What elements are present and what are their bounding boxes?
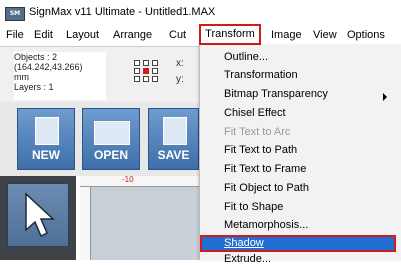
new-document-icon	[35, 117, 59, 145]
menu-item-transformation[interactable]: Transformation	[224, 66, 298, 84]
signmax-icon: SM	[5, 7, 25, 21]
new-button-label: NEW	[32, 148, 60, 162]
folder-icon	[94, 121, 130, 145]
menu-view[interactable]: View	[313, 24, 337, 46]
menu-item-fit-text-to-arc: Fit Text to Arc	[224, 126, 291, 138]
y-coord-label: y:	[176, 74, 184, 85]
menu-item-metamorphosis[interactable]: Metamorphosis...	[224, 216, 308, 234]
units-label: mm	[14, 72, 29, 82]
save-icon	[163, 117, 187, 145]
arrow-pointer-icon	[25, 192, 55, 238]
menu-edit[interactable]: Edit	[34, 24, 53, 46]
menu-item-fit-text-to-path[interactable]: Fit Text to Path	[224, 141, 297, 159]
menu-item-fit-to-shape[interactable]: Fit to Shape	[224, 198, 283, 216]
objects-count: Objects : 2	[14, 52, 58, 62]
save-button[interactable]: SAVE	[148, 108, 199, 170]
menu-item-chisel-effect[interactable]: Chisel Effect	[224, 104, 286, 122]
x-coord-label: x:	[176, 58, 184, 69]
open-button[interactable]: OPEN	[82, 108, 140, 170]
drawing-canvas[interactable]	[80, 187, 199, 260]
menu-arrange[interactable]: Arrange	[113, 24, 152, 46]
menu-transform-label: Transform	[205, 28, 255, 40]
horizontal-ruler	[80, 176, 199, 187]
menu-item-shadow-label: Shadow	[224, 237, 264, 249]
vertical-ruler	[80, 187, 91, 260]
object-info-panel: Objects : 2 (164.242,43.266) mm Layers :…	[14, 52, 106, 100]
menu-transform[interactable]: Transform	[199, 24, 261, 45]
menu-layout[interactable]: Layout	[66, 24, 99, 46]
title-bar: SM SignMax v11 Ultimate - Untitled1.MAX	[0, 0, 401, 24]
menu-options[interactable]: Options	[347, 24, 385, 46]
ruler-label: -10	[122, 175, 134, 184]
menu-item-bitmap-transparency[interactable]: Bitmap Transparency	[224, 85, 328, 103]
reference-point-selector[interactable]	[134, 60, 164, 82]
menu-file[interactable]: File	[6, 24, 24, 46]
window-title: SignMax v11 Ultimate - Untitled1.MAX	[29, 6, 216, 18]
menu-image[interactable]: Image	[271, 24, 302, 46]
cursor-coords: (164.242,43.266)	[14, 62, 83, 72]
save-button-label: SAVE	[157, 148, 190, 162]
open-button-label: OPEN	[93, 148, 128, 162]
menu-cut[interactable]: Cut	[169, 24, 186, 46]
submenu-arrow-icon	[383, 93, 387, 101]
menu-item-fit-text-to-frame[interactable]: Fit Text to Frame	[224, 160, 306, 178]
menu-item-shadow[interactable]: Shadow	[200, 235, 396, 252]
menu-item-fit-object-to-path[interactable]: Fit Object to Path	[224, 179, 309, 197]
select-tool-button[interactable]	[7, 183, 69, 247]
layers-count: Layers : 1	[14, 82, 54, 92]
menu-item-extrude[interactable]: Extrude...	[224, 253, 271, 265]
new-button[interactable]: NEW	[17, 108, 75, 170]
menu-item-outline[interactable]: Outline...	[224, 48, 268, 66]
